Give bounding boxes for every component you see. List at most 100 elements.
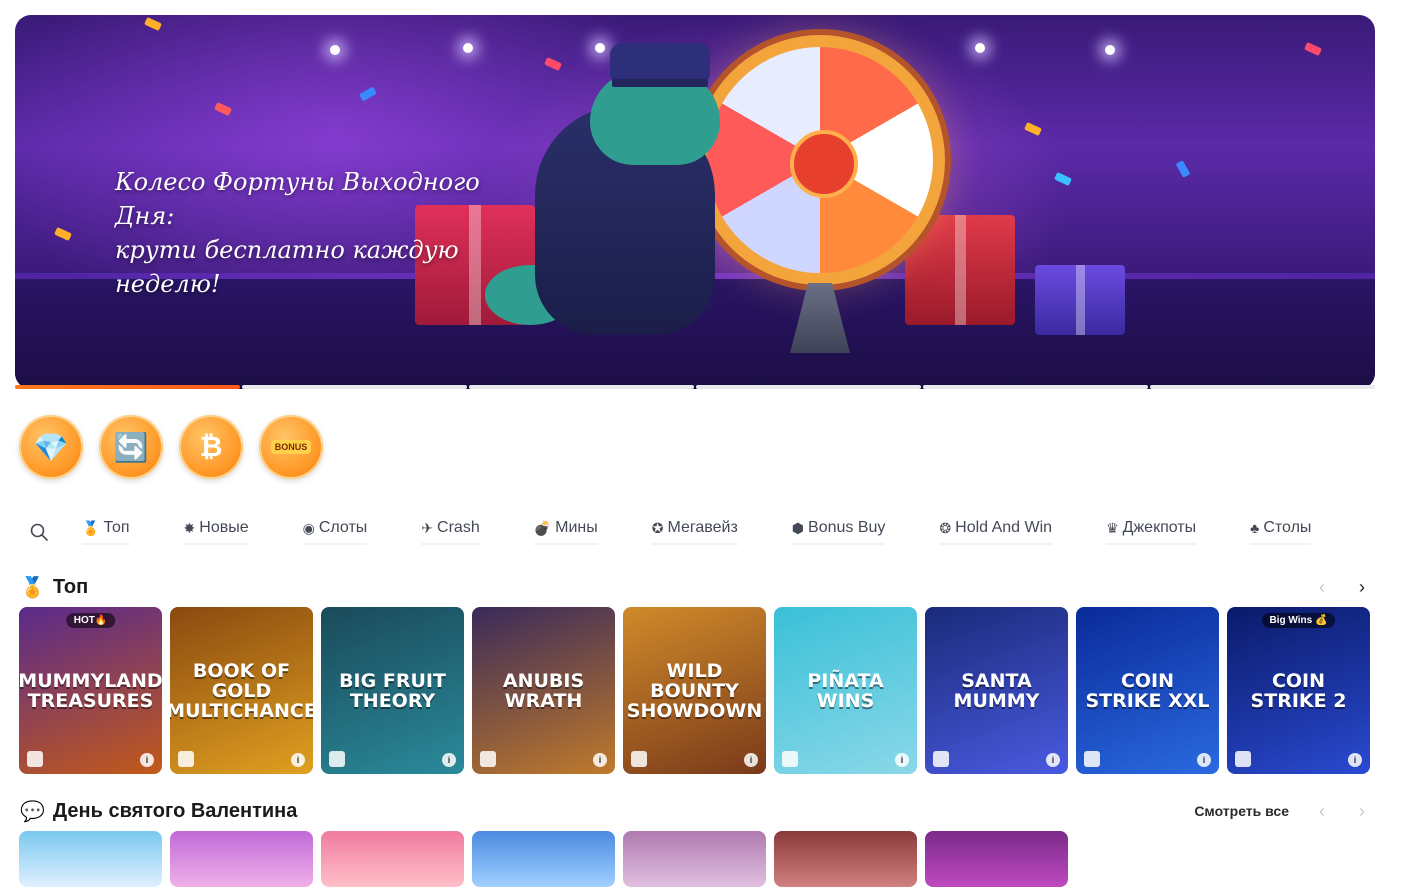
medal-icon: 🏅 <box>20 576 45 599</box>
slots-icon: ◉ <box>302 519 315 536</box>
game-card[interactable] <box>925 831 1068 887</box>
game-card[interactable] <box>321 831 464 887</box>
game-title: WILD BOUNTY SHOWDOWN <box>626 659 763 722</box>
tab-label: Джекпоты <box>1122 519 1197 536</box>
game-title: MUMMYLAND TREASURES <box>19 669 162 712</box>
game-card[interactable] <box>170 831 313 887</box>
game-card[interactable]: Piñata WINS i <box>774 607 917 774</box>
game-card[interactable] <box>472 831 615 887</box>
game-card[interactable] <box>19 831 162 887</box>
game-card[interactable] <box>774 831 917 887</box>
spotlight-icon <box>1105 45 1115 55</box>
chevron-right-icon[interactable]: › <box>1349 798 1375 824</box>
category-nav: 🏅 Топ ✸ Новые ◉ Слоты ✈ Crash 💣 Мины ✪ Мегавей… <box>28 515 1405 549</box>
tab-hold-and-win[interactable]: ❂ Hold And Win <box>939 519 1053 545</box>
confetti-icon <box>1024 121 1042 137</box>
info-icon[interactable]: i <box>744 753 758 767</box>
game-card[interactable]: COIN STRIKE XXL i <box>1076 607 1219 774</box>
game-card[interactable]: BIG FRUIT THEORY i <box>321 607 464 774</box>
confetti-icon <box>359 86 377 102</box>
tab-slots[interactable]: ◉ Слоты <box>302 519 368 545</box>
progress-segment[interactable] <box>15 385 240 389</box>
tab-jackpots[interactable]: ♛ Джекпоты <box>1106 519 1197 545</box>
info-icon[interactable]: i <box>1197 753 1211 767</box>
game-card[interactable]: HOT🔥 MUMMYLAND TREASURES i <box>19 607 162 774</box>
spotlight-icon <box>463 43 473 53</box>
provider-logo-icon <box>933 751 949 767</box>
provider-logo-icon <box>480 751 496 767</box>
section-top-header: 🏅 Топ ‹ › <box>20 573 1375 601</box>
progress-segment[interactable] <box>923 385 1148 389</box>
info-icon[interactable]: i <box>1348 753 1362 767</box>
tab-label: Crash <box>437 519 480 536</box>
tab-mines[interactable]: 💣 Мины <box>533 519 598 545</box>
confetti-icon <box>544 56 562 72</box>
bonus-gift-icon[interactable]: BONUS <box>259 415 323 479</box>
tab-crash[interactable]: ✈ Crash <box>421 519 480 545</box>
section-valentine-header: 💬 День святого Валентина Смотреть все ‹ … <box>20 797 1375 825</box>
tab-label: Слоты <box>318 519 368 536</box>
confetti-icon <box>1304 41 1322 57</box>
gem-chest-icon[interactable]: 💎 <box>19 415 83 479</box>
progress-segment[interactable] <box>1150 385 1375 389</box>
tab-megaways[interactable]: ✪ Мегавейз <box>651 519 738 545</box>
game-badge: Big Wins 💰 <box>1261 613 1336 628</box>
banner-title-line1: Колесо Фортуны Выходного Дня: <box>115 168 480 230</box>
tab-bonus-buy[interactable]: ⬢ Bonus Buy <box>791 519 886 545</box>
tab-tables[interactable]: ♣ Столы <box>1250 519 1312 545</box>
info-icon[interactable]: i <box>1046 753 1060 767</box>
progress-segment[interactable] <box>469 385 694 389</box>
spotlight-icon <box>975 43 985 53</box>
confetti-icon <box>54 226 72 242</box>
game-card[interactable]: BOOK of GOLD MULTICHANCE i <box>170 607 313 774</box>
chevron-left-icon[interactable]: ‹ <box>1309 574 1335 600</box>
see-all-link[interactable]: Смотреть все <box>1194 803 1289 819</box>
tab-new[interactable]: ✸ Новые <box>183 519 249 545</box>
confetti-icon <box>144 16 162 32</box>
info-icon[interactable]: i <box>442 753 456 767</box>
tab-label: Топ <box>103 519 130 536</box>
confetti-icon <box>1175 160 1191 178</box>
tab-top[interactable]: 🏅 Топ <box>82 519 130 545</box>
game-card[interactable]: SANTA MUMMY i <box>925 607 1068 774</box>
info-icon[interactable]: i <box>895 753 909 767</box>
medal-icon: 🏅 <box>82 519 100 536</box>
spotlight-icon <box>330 45 340 55</box>
refresh-gift-icon[interactable]: 🔄 <box>99 415 163 479</box>
search-icon[interactable] <box>28 521 50 543</box>
bitcoin-icon[interactable]: ₿ <box>179 415 243 479</box>
info-icon[interactable]: i <box>291 753 305 767</box>
table-games-icon: ♣ <box>1250 520 1260 536</box>
tab-label: Мины <box>555 519 598 536</box>
top-games-row: HOT🔥 MUMMYLAND TREASURES i BOOK of GOLD MUL… <box>19 607 1370 774</box>
hold-win-icon: ❂ <box>939 519 952 536</box>
section-controls: ‹ › <box>1309 574 1375 600</box>
dragon-hat <box>610 43 710 79</box>
dragon-head <box>590 70 720 165</box>
provider-logo-icon <box>1235 751 1251 767</box>
game-card[interactable] <box>623 831 766 887</box>
game-title: Piñata WINS <box>807 669 884 712</box>
info-icon[interactable]: i <box>140 753 154 767</box>
confetti-icon <box>1054 171 1072 187</box>
promo-banner[interactable]: Колесо Фортуны Выходного Дня: крути бесп… <box>15 15 1375 389</box>
fortune-wheel-icon <box>695 35 945 285</box>
progress-segment[interactable] <box>242 385 467 389</box>
star-burst-icon: ✸ <box>183 519 196 536</box>
chevron-left-icon[interactable]: ‹ <box>1309 798 1335 824</box>
game-card[interactable]: ANUBIS WRATH i <box>472 607 615 774</box>
provider-logo-icon <box>178 751 194 767</box>
tab-label: Мегавейз <box>667 519 738 536</box>
info-icon[interactable]: i <box>593 753 607 767</box>
banner-title: Колесо Фортуны Выходного Дня: крути бесп… <box>115 165 535 301</box>
section-controls: Смотреть все ‹ › <box>1194 798 1375 824</box>
chevron-right-icon[interactable]: › <box>1349 574 1375 600</box>
crown-icon: ♛ <box>1106 519 1119 536</box>
game-card[interactable]: Big Wins 💰 COIN STRIKE 2 i <box>1227 607 1370 774</box>
provider-logo-icon <box>1084 751 1100 767</box>
provider-logo-icon <box>631 751 647 767</box>
promo-bonus-label: BONUS <box>270 440 312 454</box>
progress-segment[interactable] <box>696 385 921 389</box>
provider-logo-icon <box>782 751 798 767</box>
game-card[interactable]: WILD BOUNTY SHOWDOWN i <box>623 607 766 774</box>
